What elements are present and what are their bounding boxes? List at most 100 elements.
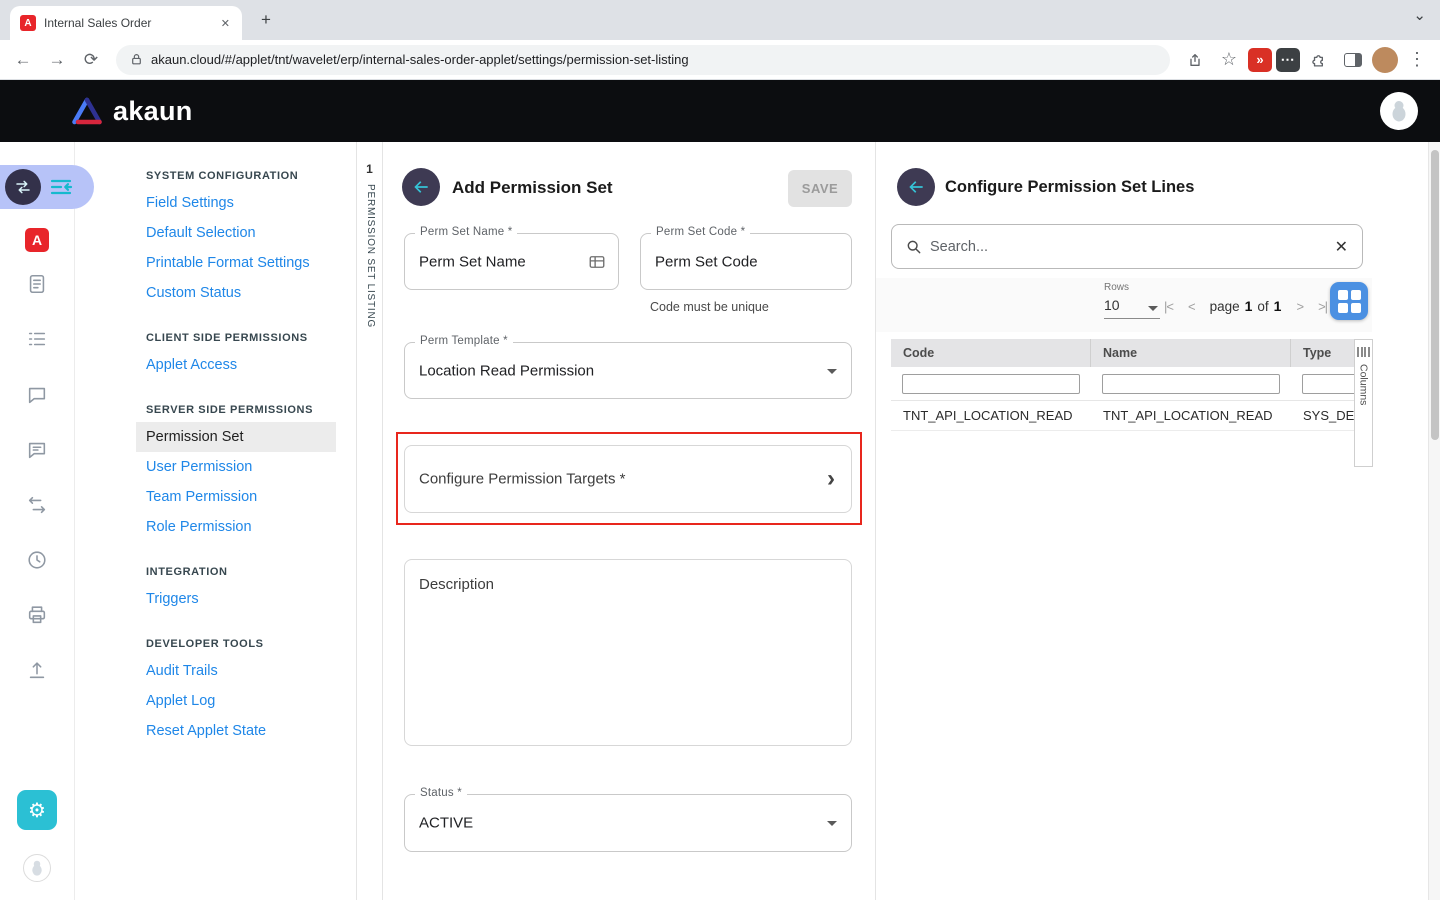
forward-button[interactable]: →	[42, 45, 72, 75]
lines-back-button[interactable]	[897, 168, 935, 206]
sidebar-item-applet-access[interactable]: Applet Access	[136, 350, 336, 380]
sidebar-item-role-permission[interactable]: Role Permission	[136, 512, 336, 542]
sidebar-item-team-permission[interactable]: Team Permission	[136, 482, 336, 512]
reload-button[interactable]: ⟳	[76, 45, 106, 75]
back-button[interactable]: ←	[8, 45, 38, 75]
side-panel-icon[interactable]	[1338, 45, 1368, 75]
page-current: 1	[1245, 298, 1253, 314]
status-select[interactable]: Status * ACTIVE	[404, 794, 852, 852]
permission-set-listing-tab[interactable]: 1 PERMISSION SET LISTING	[356, 142, 383, 900]
description-field[interactable]: Description	[404, 559, 852, 746]
list-icon[interactable]	[26, 328, 48, 350]
applet-switch-button[interactable]	[5, 169, 41, 205]
tab-list-chevron-icon[interactable]: ⌄	[1413, 6, 1426, 24]
compare-arrows-icon[interactable]	[26, 494, 48, 516]
feedback-chat-icon[interactable]	[26, 439, 48, 461]
drawer-toggle-icon[interactable]	[49, 177, 73, 197]
browser-profile-avatar[interactable]	[1372, 47, 1398, 73]
of-word: of	[1257, 299, 1268, 314]
lines-search-box[interactable]: ✕	[891, 224, 1363, 269]
url-bar[interactable]: akaun.cloud/#/applet/tnt/wavelet/erp/int…	[116, 45, 1170, 75]
applet-switcher-pill[interactable]	[0, 165, 94, 209]
search-input[interactable]	[930, 239, 1327, 255]
user-avatar[interactable]	[1380, 92, 1418, 130]
perm-set-code-field[interactable]: Perm Set Code * Perm Set Code	[640, 233, 852, 290]
panel-divider	[875, 142, 876, 900]
browser-menu-kebab-icon[interactable]: ⋮	[1402, 45, 1432, 75]
settings-gear-button[interactable]: ⚙	[17, 790, 57, 830]
assistant-avatar[interactable]	[23, 854, 51, 882]
sidebar-item-permission-set[interactable]: Permission Set	[136, 422, 336, 452]
history-clock-icon[interactable]	[26, 549, 48, 571]
browser-toolbar: ← → ⟳ akaun.cloud/#/applet/tnt/wavelet/e…	[0, 40, 1440, 80]
filter-input-name[interactable]	[1102, 374, 1280, 394]
share-icon[interactable]	[1180, 45, 1210, 75]
akaun-logo[interactable]: akaun	[70, 96, 193, 127]
filter-input-code[interactable]	[902, 374, 1080, 394]
lines-panel-title: Configure Permission Set Lines	[945, 178, 1194, 197]
table-row[interactable]: TNT_API_LOCATION_READ TNT_API_LOCATION_R…	[891, 401, 1354, 431]
status-value: ACTIVE	[419, 815, 473, 832]
next-page-button[interactable]: >	[1296, 299, 1303, 314]
column-header-name[interactable]: Name	[1091, 339, 1291, 367]
browser-tab[interactable]: A Internal Sales Order ✕	[10, 6, 242, 40]
extension-red-icon[interactable]: »	[1248, 48, 1272, 72]
akaun-triangle-icon	[70, 96, 104, 126]
back-arrow-icon	[411, 177, 431, 197]
extensions-puzzle-icon[interactable]	[1304, 45, 1334, 75]
perm-template-value: Location Read Permission	[419, 362, 594, 379]
perm-set-name-field[interactable]: Perm Set Name * Perm Set Name	[404, 233, 619, 290]
configure-targets-label: Configure Permission Targets *	[419, 471, 625, 488]
perm-template-select[interactable]: Perm Template * Location Read Permission	[404, 342, 852, 399]
grid-icon	[1338, 290, 1361, 313]
page-scrollbar	[1428, 142, 1440, 900]
last-page-button[interactable]: >|	[1318, 299, 1327, 314]
clear-search-icon[interactable]: ✕	[1335, 237, 1348, 257]
sidebar-item-audit-trails[interactable]: Audit Trails	[136, 656, 336, 686]
search-icon	[906, 239, 922, 255]
pagination-controls: |< < page 1 of 1 > >|	[1164, 292, 1327, 320]
sidebar-item-custom-status[interactable]: Custom Status	[136, 278, 336, 308]
sidebar-item-applet-log[interactable]: Applet Log	[136, 686, 336, 716]
app-content: A ⚙	[0, 142, 1440, 900]
first-page-button[interactable]: |<	[1164, 299, 1173, 314]
tab-close-icon[interactable]: ✕	[219, 15, 232, 32]
configure-permission-targets-card[interactable]: Configure Permission Targets * ›	[404, 445, 852, 513]
padlock-icon	[130, 53, 143, 66]
bookmark-star-icon[interactable]: ☆	[1214, 45, 1244, 75]
sidebar-item-default-selection[interactable]: Default Selection	[136, 218, 336, 248]
upload-icon[interactable]	[26, 659, 48, 681]
cell-type: SYS_DEF	[1291, 401, 1354, 430]
filter-input-type[interactable]	[1302, 374, 1354, 394]
extension-dark-icon[interactable]: ⋯	[1276, 48, 1300, 72]
grid-view-button[interactable]	[1330, 282, 1368, 320]
url-text: akaun.cloud/#/applet/tnt/wavelet/erp/int…	[151, 52, 689, 67]
save-button[interactable]: SAVE	[788, 170, 852, 207]
perm-set-name-label: Perm Set Name *	[415, 226, 517, 238]
column-header-code[interactable]: Code	[891, 339, 1091, 367]
sidebar-item-printable-format-settings[interactable]: Printable Format Settings	[136, 248, 336, 278]
rows-per-page-value: 10	[1104, 297, 1120, 313]
column-header-type[interactable]: Type	[1291, 339, 1354, 367]
sidebar-item-user-permission[interactable]: User Permission	[136, 452, 336, 482]
sidebar-item-triggers[interactable]: Triggers	[136, 584, 336, 614]
sidebar-section-developer-tools: DEVELOPER TOOLS	[146, 638, 326, 650]
receipt-icon[interactable]	[26, 273, 48, 295]
form-back-button[interactable]	[402, 168, 440, 206]
logo-text: akaun	[113, 96, 193, 127]
columns-label: Columns	[1358, 364, 1370, 405]
rows-per-page-select[interactable]: 10	[1104, 297, 1160, 319]
listing-tab-label: PERMISSION SET LISTING	[365, 184, 376, 328]
sidebar-item-field-settings[interactable]: Field Settings	[136, 188, 336, 218]
new-tab-button[interactable]: +	[254, 8, 278, 32]
browser-tab-strip: A Internal Sales Order ✕ + ⌄	[0, 0, 1440, 40]
table-filter-row	[891, 367, 1354, 401]
printer-icon[interactable]	[26, 604, 48, 626]
acrobat-icon[interactable]: A	[25, 228, 49, 252]
columns-drawer-toggle[interactable]: Columns	[1354, 339, 1373, 467]
lookup-table-icon[interactable]	[588, 253, 606, 271]
sidebar-item-reset-applet-state[interactable]: Reset Applet State	[136, 716, 336, 746]
scrollbar-thumb[interactable]	[1431, 150, 1439, 440]
prev-page-button[interactable]: <	[1188, 299, 1195, 314]
chat-icon[interactable]	[26, 384, 48, 406]
